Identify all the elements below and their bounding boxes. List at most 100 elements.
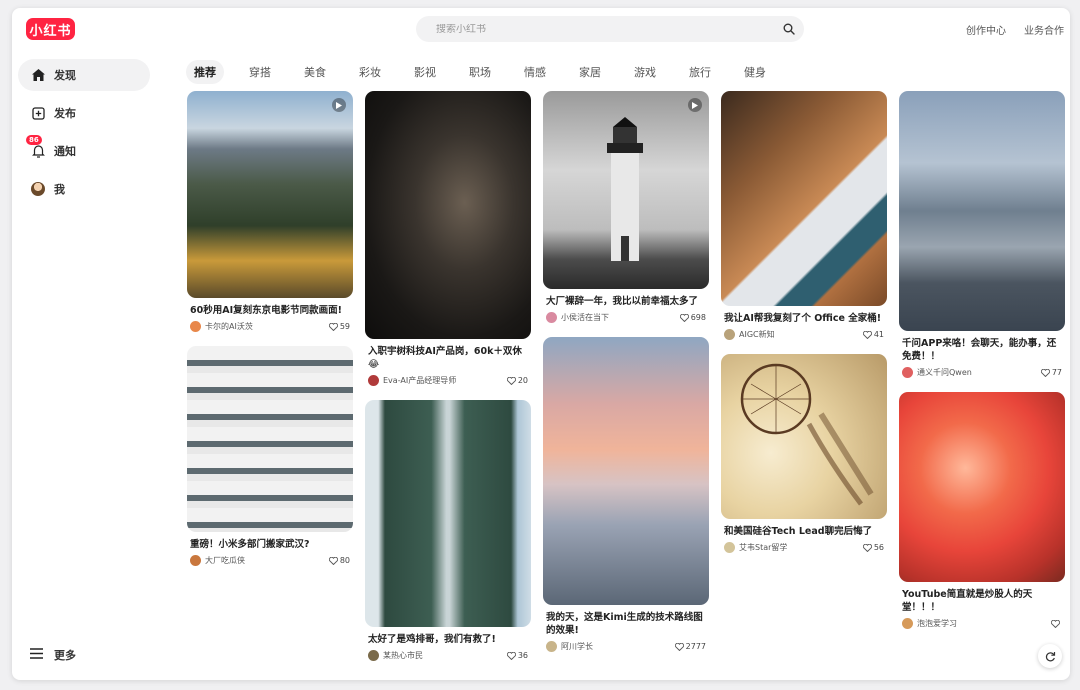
author-avatar[interactable] [190, 321, 201, 332]
sidebar: 发现 发布 86 通知 我 [18, 59, 150, 211]
tab-food[interactable]: 美食 [296, 60, 334, 84]
like-count: 80 [339, 556, 350, 565]
tab-outfit[interactable]: 穿搭 [241, 60, 279, 84]
author-name[interactable]: 泡泡爱学习 [917, 618, 1051, 629]
card-title[interactable]: YouTube简直就是炒股人的天堂！！！ [902, 588, 1062, 614]
tab-home[interactable]: 家居 [571, 60, 609, 84]
like-button[interactable]: 698 [679, 313, 706, 322]
creator-center-link[interactable]: 创作中心 [966, 22, 1006, 37]
card-meta: 泡泡爱学习 [899, 618, 1065, 629]
card-meta: 通义千问Qwen 77 [899, 367, 1065, 378]
card-image-bridge[interactable] [365, 400, 531, 627]
card-title[interactable]: 千问APP来咯！会聊天，能办事，还免费！！ [902, 337, 1062, 363]
author-avatar[interactable] [368, 650, 379, 661]
sidebar-item-discover[interactable]: 发现 [18, 59, 150, 91]
heart-icon [328, 556, 338, 565]
card-image-machine[interactable] [365, 91, 531, 339]
author-name[interactable]: 卡尔的AI沃茨 [205, 321, 329, 332]
card-meta: 卡尔的AI沃茨 59 [187, 321, 353, 332]
tab-recommend[interactable]: 推荐 [186, 60, 224, 84]
like-button[interactable] [1051, 619, 1062, 628]
feed-card[interactable]: 入职宇树科技AI产品岗，60k＋双休😂 Eva-AI产品经理导师 20 [365, 91, 531, 386]
category-tabs: 推荐 穿搭 美食 彩妆 影视 职场 情感 家居 游戏 旅行 健身 [186, 60, 791, 84]
feed-card[interactable]: 千问APP来咯！会聊天，能办事，还免费！！ 通义千问Qwen 77 [899, 91, 1065, 378]
card-title[interactable]: 我的天，这是Kimi生成的技术路线图的效果! [546, 611, 706, 637]
like-button[interactable]: 77 [1040, 368, 1062, 377]
feed-card[interactable]: 60秒用AI复刻东京电影节同款画面! 卡尔的AI沃茨 59 [187, 91, 353, 332]
xiaohongshu-logo[interactable]: 小红书 [26, 18, 75, 40]
author-name[interactable]: 阿川学长 [561, 641, 675, 652]
notification-badge: 86 [26, 135, 42, 145]
card-image-flower[interactable] [899, 392, 1065, 582]
card-meta: Eva-AI产品经理导师 20 [365, 375, 531, 386]
search-icon[interactable] [774, 16, 804, 42]
refresh-button[interactable] [1038, 644, 1062, 668]
like-button[interactable]: 59 [328, 322, 350, 331]
feed-column: 入职宇树科技AI产品岗，60k＋双休😂 Eva-AI产品经理导师 20 太好了是… [365, 91, 531, 675]
card-image-desk[interactable] [721, 91, 887, 306]
author-avatar[interactable] [190, 555, 201, 566]
search-bar[interactable] [416, 16, 804, 42]
like-button[interactable]: 41 [862, 330, 884, 339]
feed-card[interactable]: 重磅！小米多部门搬家武汉? 大厂吃瓜侠 80 [187, 346, 353, 566]
sidebar-item-publish[interactable]: 发布 [18, 97, 150, 129]
card-image-mountain[interactable] [187, 91, 353, 298]
author-name[interactable]: AIGC新知 [739, 329, 863, 340]
feed-card[interactable]: 太好了是鸡排哥，我们有救了! 某热心市民 36 [365, 400, 531, 661]
card-image-lighthouse[interactable] [543, 91, 709, 289]
card-title[interactable]: 大厂裸辞一年，我比以前幸福太多了 [546, 295, 706, 308]
tab-makeup[interactable]: 彩妆 [351, 60, 389, 84]
author-name[interactable]: 某热心市民 [383, 650, 507, 661]
author-avatar[interactable] [724, 329, 735, 340]
tab-film[interactable]: 影视 [406, 60, 444, 84]
card-title[interactable]: 重磅！小米多部门搬家武汉? [190, 538, 350, 551]
author-name[interactable]: Eva-AI产品经理导师 [383, 375, 507, 386]
like-button[interactable]: 2777 [674, 642, 706, 651]
feed-column: 我让AI帮我复刻了个 Office 全家桶! AIGC新知 41 和美国硅谷Te… [721, 91, 887, 567]
author-avatar[interactable] [546, 312, 557, 323]
feed-card[interactable]: 我的天，这是Kimi生成的技术路线图的效果! 阿川学长 2777 [543, 337, 709, 652]
card-title[interactable]: 我让AI帮我复刻了个 Office 全家桶! [724, 312, 884, 325]
feed-card[interactable]: 和美国硅谷Tech Lead聊完后悔了 艾韦Star留学 56 [721, 354, 887, 553]
feed-card[interactable]: YouTube简直就是炒股人的天堂！！！ 泡泡爱学习 [899, 392, 1065, 629]
sidebar-item-notifications[interactable]: 86 通知 [18, 135, 150, 167]
card-image-dreamcatcher[interactable] [721, 354, 887, 519]
tab-emotion[interactable]: 情感 [516, 60, 554, 84]
tab-games[interactable]: 游戏 [626, 60, 664, 84]
author-avatar[interactable] [902, 618, 913, 629]
sidebar-item-label: 我 [54, 183, 65, 196]
author-name[interactable]: 艾韦Star留学 [739, 542, 863, 553]
tab-career[interactable]: 职场 [461, 60, 499, 84]
author-avatar[interactable] [902, 367, 913, 378]
feed-card[interactable]: 大厂裸辞一年，我比以前幸福太多了 小侯活在当下 698 [543, 91, 709, 323]
author-avatar[interactable] [724, 542, 735, 553]
author-name[interactable]: 小侯活在当下 [561, 312, 680, 323]
author-avatar[interactable] [546, 641, 557, 652]
sidebar-item-me[interactable]: 我 [18, 173, 150, 205]
like-button[interactable]: 20 [506, 376, 528, 385]
like-button[interactable]: 56 [862, 543, 884, 552]
card-title[interactable]: 60秒用AI复刻东京电影节同款画面! [190, 304, 350, 317]
card-title[interactable]: 和美国硅谷Tech Lead聊完后悔了 [724, 525, 884, 538]
tab-travel[interactable]: 旅行 [681, 60, 719, 84]
card-title[interactable]: 入职宇树科技AI产品岗，60k＋双休😂 [368, 345, 528, 371]
card-image-sea[interactable] [543, 337, 709, 605]
feed-card[interactable]: 我让AI帮我复刻了个 Office 全家桶! AIGC新知 41 [721, 91, 887, 340]
like-count: 20 [517, 376, 528, 385]
more-label: 更多 [54, 649, 76, 662]
author-avatar[interactable] [368, 375, 379, 386]
search-input[interactable] [416, 23, 774, 35]
like-button[interactable]: 36 [506, 651, 528, 660]
more-menu-button[interactable]: 更多 [18, 640, 150, 670]
author-name[interactable]: 通义千问Qwen [917, 367, 1041, 378]
card-title[interactable]: 太好了是鸡排哥，我们有救了! [368, 633, 528, 646]
heart-icon [328, 322, 338, 331]
heart-icon [506, 651, 516, 660]
business-link[interactable]: 业务合作 [1024, 22, 1064, 37]
tab-fitness[interactable]: 健身 [736, 60, 774, 84]
card-image-building[interactable] [187, 346, 353, 532]
card-image-city[interactable] [899, 91, 1065, 331]
dreamcatcher-illustration [740, 363, 874, 506]
like-button[interactable]: 80 [328, 556, 350, 565]
author-name[interactable]: 大厂吃瓜侠 [205, 555, 329, 566]
